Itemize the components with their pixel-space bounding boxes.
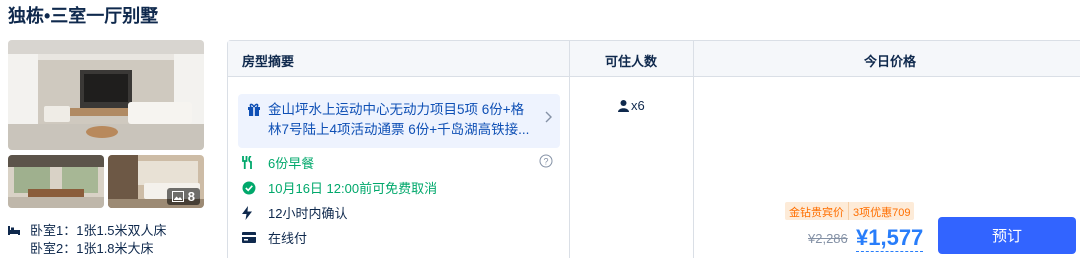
room-thumbnail-2[interactable]: 8 [108,155,204,208]
image-icon [171,191,184,202]
package-offer[interactable]: 金山坪水上运动中心无动力项目5项 6份+格林7号陆上4项活动通票 6份+千岛湖高… [238,94,560,148]
original-price: ¥2,286 [808,231,848,246]
person-icon [618,99,629,112]
bed-row: 卧室2： 1张1.8米大床 [8,238,167,256]
confirm-text: 12小时内确认 [268,206,348,221]
bed-value: 1张1.8米大床 [76,240,154,256]
header-summary: 房型摘要 [242,54,295,69]
package-text: 金山坪水上运动中心无动力项目5项 6份+格林7号陆上4项活动通票 6份+千岛湖高… [268,102,530,137]
header-occupancy: 可住人数 [605,54,658,69]
svg-text:?: ? [543,157,548,167]
promo-badge[interactable]: 金钻贵宾价 3项优惠709 [785,202,915,220]
payment-text: 在线付 [268,231,308,246]
room-rate-table: 房型摘要 可住人数 今日价格 金山坪水上运动中心无动力项目5项 6份+格林7号陆… [227,40,1080,258]
confirm-feature: 12小时内确认 [242,203,347,222]
check-circle-icon [242,181,256,194]
room-thumbnail-1[interactable] [8,155,104,208]
discount-tag: 3项优惠709 [848,202,915,220]
help-icon[interactable]: ? [539,154,553,168]
free-cancel-feature: 10月16日 12:00前可免费取消 [242,178,437,197]
bed-value: 1张1.5米双人床 [76,222,167,238]
breakfast-feature: 6份早餐 [242,153,314,172]
bed-info: 卧室1： 1张1.5米双人床 卧室2： 1张1.8米大床 [8,220,167,256]
gift-icon [248,103,260,116]
photo-count-badge[interactable]: 8 [166,188,200,205]
occupancy-count: x6 [631,98,645,113]
column-divider [693,41,694,258]
column-divider [569,41,570,258]
utensils-icon [242,156,252,169]
payment-feature: 在线付 [242,228,307,247]
room-title: 独栋•三室一厅别墅 [8,6,159,26]
photo-count: 8 [187,189,195,204]
bed-row: 卧室1： 1张1.5米双人床 [8,220,167,238]
lightning-icon [242,205,252,220]
credit-card-icon [242,232,256,243]
header-price: 今日价格 [864,54,917,69]
room-main-photo[interactable] [8,40,204,150]
current-price[interactable]: ¥1,577 [856,225,924,252]
bed-icon [8,225,20,235]
occupancy: x6 [618,98,645,113]
book-button[interactable]: 预订 [938,217,1076,254]
bed-label: 卧室1： [30,222,77,238]
bed-label: 卧室2： [30,240,77,256]
cancel-policy-text: 10月16日 12:00前可免费取消 [268,181,438,196]
chevron-right-icon[interactable] [544,111,552,123]
breakfast-text: 6份早餐 [268,156,315,171]
vip-price-tag: 金钻贵宾价 [785,202,848,220]
table-header: 房型摘要 可住人数 今日价格 [228,41,1080,77]
